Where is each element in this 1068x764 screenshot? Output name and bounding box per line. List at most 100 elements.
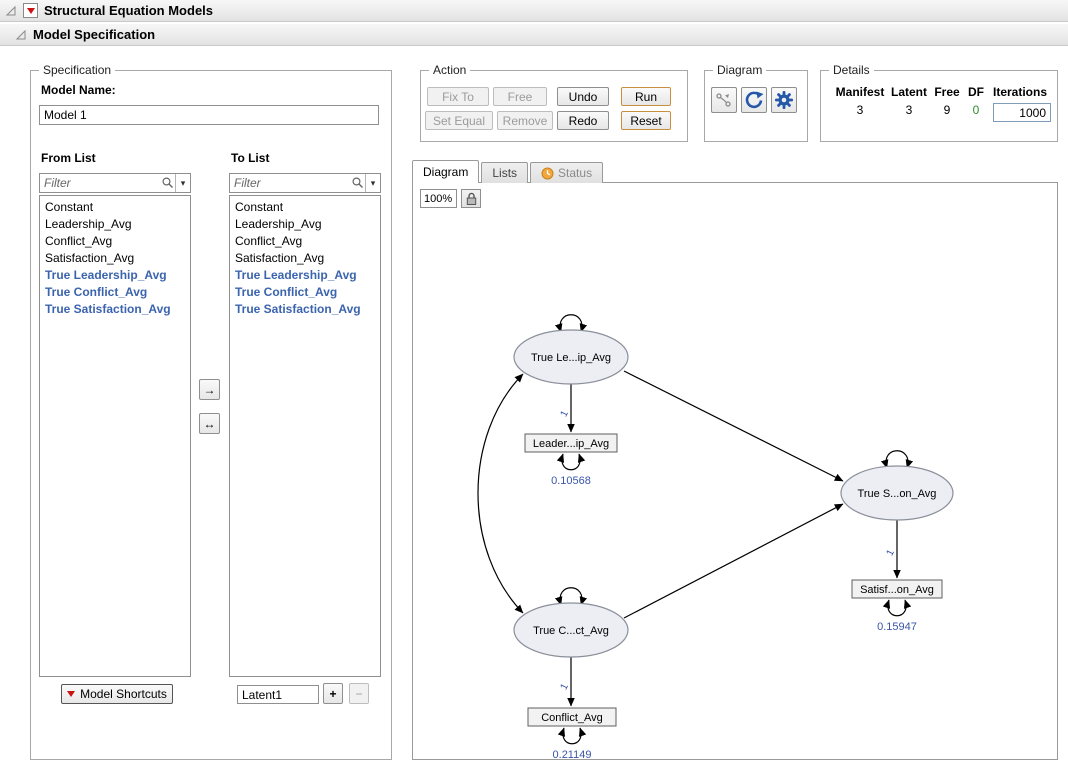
residual-loop-leadership[interactable] [562, 454, 580, 470]
details-iterations: Iterations [989, 85, 1051, 99]
variance-value[interactable]: 0.15947 [877, 621, 917, 633]
action-legend: Action [429, 63, 470, 77]
remove-latent-button[interactable]: − [349, 683, 369, 704]
settings-button[interactable] [771, 87, 797, 113]
add-latent-button[interactable]: + [323, 683, 343, 704]
to-filter-dropdown[interactable]: ▾ [365, 174, 380, 192]
list-item[interactable]: Leadership_Avg [40, 216, 190, 233]
latent-node-true-conflict[interactable]: True C...ct_Avg [514, 603, 628, 657]
list-item[interactable]: True Leadership_Avg [40, 267, 190, 284]
model-name-input[interactable] [39, 105, 379, 125]
reset-button[interactable]: Reset [621, 111, 671, 130]
details-df: DF 0 [963, 85, 989, 117]
covariance-arrow[interactable] [478, 374, 523, 613]
list-item[interactable]: Conflict_Avg [40, 233, 190, 250]
list-item[interactable]: True Satisfaction_Avg [230, 301, 380, 318]
run-button[interactable]: Run [621, 87, 671, 106]
zoom-input[interactable] [420, 189, 457, 208]
latent-node-true-leadership[interactable]: True Le...ip_Avg [514, 330, 628, 384]
latent-node-true-satisfaction[interactable]: True S...on_Avg [841, 466, 953, 520]
manifest-node-label: Leader...ip_Avg [533, 438, 609, 450]
list-item[interactable]: Conflict_Avg [230, 233, 380, 250]
variance-value[interactable]: 0.21149 [553, 749, 592, 761]
manifest-node-satisfaction[interactable]: Satisf...on_Avg [852, 580, 942, 598]
list-item[interactable]: Leadership_Avg [230, 216, 380, 233]
manifest-node-conflict[interactable]: Conflict_Avg [528, 708, 616, 726]
list-item[interactable]: True Satisfaction_Avg [40, 301, 190, 318]
edge-label: 1 [885, 548, 898, 558]
list-item[interactable]: Satisfaction_Avg [40, 250, 190, 267]
free-button[interactable]: Free [493, 87, 547, 106]
search-icon [161, 176, 175, 190]
list-item[interactable]: Satisfaction_Avg [230, 250, 380, 267]
tab-lists[interactable]: Lists [481, 162, 528, 183]
latent-node-label: True C...ct_Avg [533, 625, 609, 637]
list-item[interactable]: True Conflict_Avg [230, 284, 380, 301]
df-label: DF [963, 85, 989, 99]
manifest-label: Manifest [829, 85, 891, 99]
free-label: Free [929, 85, 965, 99]
move-right-button[interactable]: → [199, 379, 220, 400]
from-filter: ▾ [39, 173, 191, 193]
move-both-button[interactable]: ↔ [199, 413, 220, 434]
refresh-button[interactable] [741, 87, 767, 113]
list-item[interactable]: True Leadership_Avg [230, 267, 380, 284]
red-triangle-icon [67, 691, 75, 697]
to-list-label: To List [231, 151, 269, 165]
regression-arrow-conflict[interactable] [624, 504, 843, 618]
details-legend: Details [829, 63, 874, 77]
details-manifest: Manifest 3 [829, 85, 891, 117]
manifest-node-label: Conflict_Avg [541, 712, 603, 724]
latent-node-label: True S...on_Avg [858, 488, 937, 500]
tab-status[interactable]: Status [530, 162, 603, 183]
latent-node-label: True Le...ip_Avg [531, 352, 611, 364]
report-title-bar: Structural Equation Models [0, 0, 1068, 22]
layout-button[interactable] [711, 87, 737, 113]
residual-loop-conflict[interactable] [563, 728, 581, 744]
redo-button[interactable]: Redo [557, 111, 609, 130]
red-triangle-menu-button[interactable] [23, 3, 38, 18]
disclosure-icon[interactable] [14, 28, 27, 41]
report-title: Structural Equation Models [44, 3, 213, 18]
tab-lists-label: Lists [492, 166, 517, 180]
list-item[interactable]: Constant [40, 199, 190, 216]
iterations-input[interactable] [993, 103, 1051, 122]
manifest-node-leadership[interactable]: Leader...ip_Avg [525, 434, 617, 452]
from-list[interactable]: Constant Leadership_Avg Conflict_Avg Sat… [39, 195, 191, 677]
residual-loop-satisfaction[interactable] [888, 600, 906, 616]
model-shortcuts-button[interactable]: Model Shortcuts [61, 684, 173, 704]
variance-value[interactable]: 0.10568 [551, 475, 591, 487]
tab-diagram[interactable]: Diagram [412, 160, 479, 183]
manifest-value: 3 [829, 103, 891, 117]
to-list[interactable]: Constant Leadership_Avg Conflict_Avg Sat… [229, 195, 381, 677]
search-icon [351, 176, 365, 190]
model-name-label: Model Name: [41, 83, 116, 97]
refresh-icon [744, 90, 764, 110]
list-item[interactable]: True Conflict_Avg [40, 284, 190, 301]
diagram-controls-group: Diagram [704, 70, 808, 142]
set-equal-button[interactable]: Set Equal [425, 111, 493, 130]
diagram-panel: 1 1 1 True Le...ip_Avg True C...ct_Avg T… [412, 182, 1058, 760]
regression-arrow-leadership[interactable] [624, 371, 843, 481]
section-title-bar: Model Specification [0, 24, 1068, 46]
tab-status-label: Status [558, 166, 592, 180]
latent-name-input[interactable] [237, 685, 319, 704]
list-item[interactable]: Constant [230, 199, 380, 216]
from-list-label: From List [41, 151, 96, 165]
remove-button[interactable]: Remove [497, 111, 553, 130]
lock-icon [466, 192, 477, 206]
disclosure-icon[interactable] [4, 4, 17, 17]
app-window: { "colors": { "accent_blue": "#3b64ae", … [0, 0, 1068, 764]
tab-bar: Diagram Lists Status [412, 160, 605, 183]
lock-button[interactable] [461, 189, 481, 208]
fix-to-button[interactable]: Fix To [427, 87, 489, 106]
layout-icon [715, 91, 733, 109]
to-filter: ▾ [229, 173, 381, 193]
specification-group: Specification Model Name: From List To L… [30, 70, 392, 760]
gear-icon [774, 90, 794, 110]
from-filter-dropdown[interactable]: ▾ [175, 174, 190, 192]
details-group: Details Manifest 3 Latent 3 Free 9 DF 0 … [820, 70, 1058, 142]
tab-diagram-label: Diagram [423, 165, 468, 179]
model-shortcuts-label: Model Shortcuts [80, 687, 167, 701]
undo-button[interactable]: Undo [557, 87, 609, 106]
